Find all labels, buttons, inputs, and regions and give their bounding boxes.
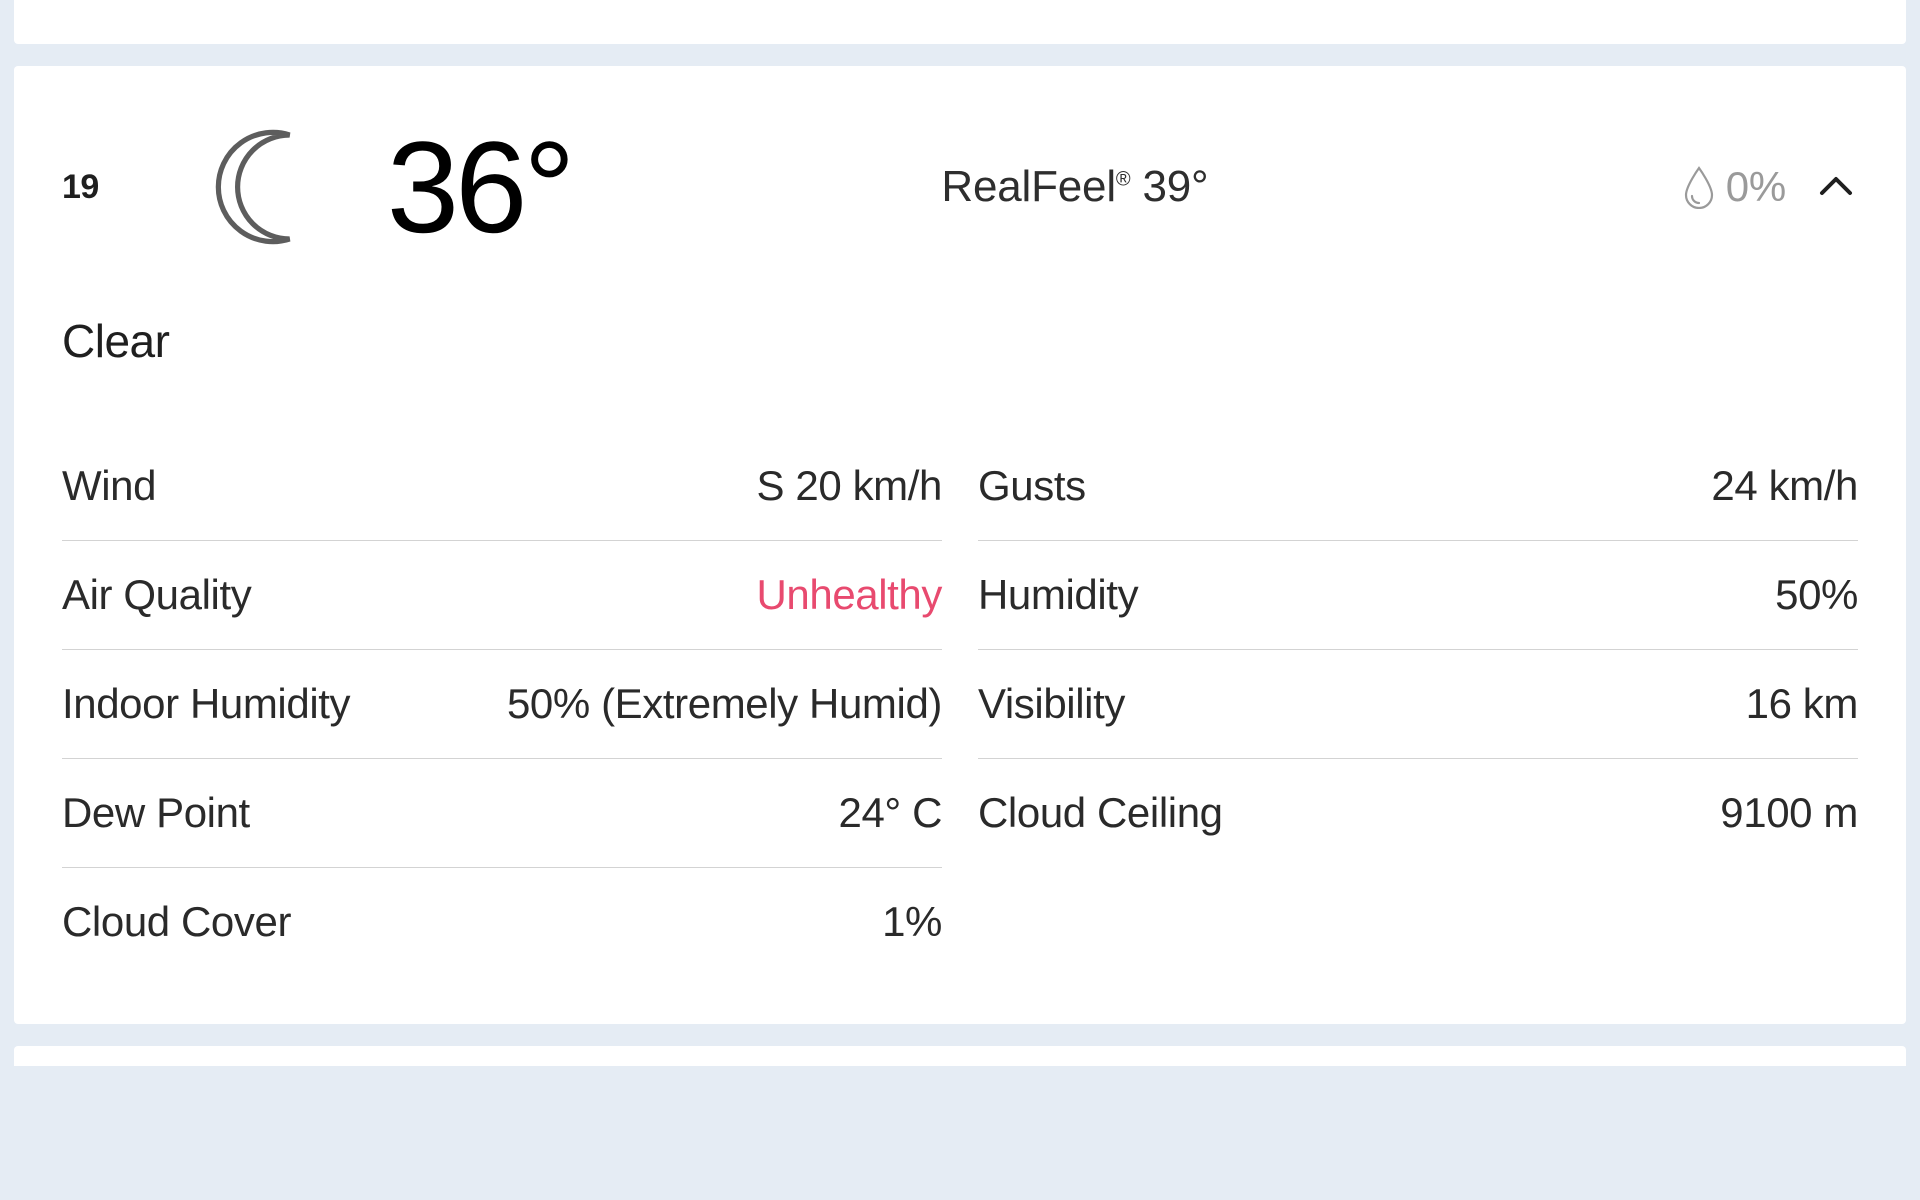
chevron-up-icon[interactable] xyxy=(1814,165,1858,209)
detail-label: Gusts xyxy=(978,462,1086,510)
next-card-sliver xyxy=(14,1046,1906,1066)
realfeel-text: RealFeel xyxy=(941,162,1116,211)
details-grid: Wind S 20 km/h Air Quality Unhealthy Indoor … xyxy=(62,432,1858,976)
realfeel-trademark: ® xyxy=(1116,168,1131,190)
detail-row: Wind S 20 km/h xyxy=(62,432,942,541)
card-header: 19 36° RealFeel® 39° xyxy=(62,122,1858,252)
details-right-column: Gusts 24 km/h Humidity 50% Visibility 16 km Cl… xyxy=(978,432,1858,976)
temperature-value: 36° xyxy=(387,122,572,252)
detail-value: Unhealthy xyxy=(756,571,942,619)
condition-text: Clear xyxy=(62,314,1858,368)
detail-label: Cloud Ceiling xyxy=(978,789,1223,837)
detail-row: Cloud Cover 1% xyxy=(62,868,942,976)
details-left-column: Wind S 20 km/h Air Quality Unhealthy Indoor … xyxy=(62,432,942,976)
precipitation-indicator: 0% xyxy=(1682,163,1786,211)
page-root: 19 36° RealFeel® 39° xyxy=(0,0,1920,1200)
detail-label: Cloud Cover xyxy=(62,898,291,946)
hourly-weather-card[interactable]: 19 36° RealFeel® 39° xyxy=(14,66,1906,1024)
prev-card-sliver xyxy=(14,0,1906,44)
detail-label: Visibility xyxy=(978,680,1125,728)
detail-value: 24° C xyxy=(838,789,942,837)
precipitation-percent: 0% xyxy=(1726,163,1786,211)
detail-row: Cloud Ceiling 9100 m xyxy=(978,759,1858,867)
detail-value: 9100 m xyxy=(1720,789,1858,837)
detail-value: 24 km/h xyxy=(1711,462,1858,510)
detail-value: 50% (Extremely Humid) xyxy=(507,680,942,728)
detail-label: Wind xyxy=(62,462,156,510)
detail-value: 16 km xyxy=(1746,680,1858,728)
moon-icon xyxy=(209,122,339,252)
detail-row: Dew Point 24° C xyxy=(62,759,942,868)
realfeel-label: RealFeel® 39° xyxy=(941,162,1208,212)
detail-row: Visibility 16 km xyxy=(978,650,1858,759)
droplet-icon xyxy=(1682,165,1716,209)
detail-label: Dew Point xyxy=(62,789,250,837)
hour-label: 19 xyxy=(62,168,99,207)
detail-row: Humidity 50% xyxy=(978,541,1858,650)
realfeel-value: 39° xyxy=(1130,162,1208,211)
header-right: 0% xyxy=(1682,163,1858,211)
detail-value: 50% xyxy=(1775,571,1858,619)
detail-row: Air Quality Unhealthy xyxy=(62,541,942,650)
detail-row: Gusts 24 km/h xyxy=(978,432,1858,541)
detail-label: Indoor Humidity xyxy=(62,680,350,728)
detail-value: 1% xyxy=(882,898,942,946)
detail-row: Indoor Humidity 50% (Extremely Humid) xyxy=(62,650,942,759)
detail-label: Humidity xyxy=(978,571,1138,619)
detail-label: Air Quality xyxy=(62,571,251,619)
detail-value: S 20 km/h xyxy=(757,462,942,510)
